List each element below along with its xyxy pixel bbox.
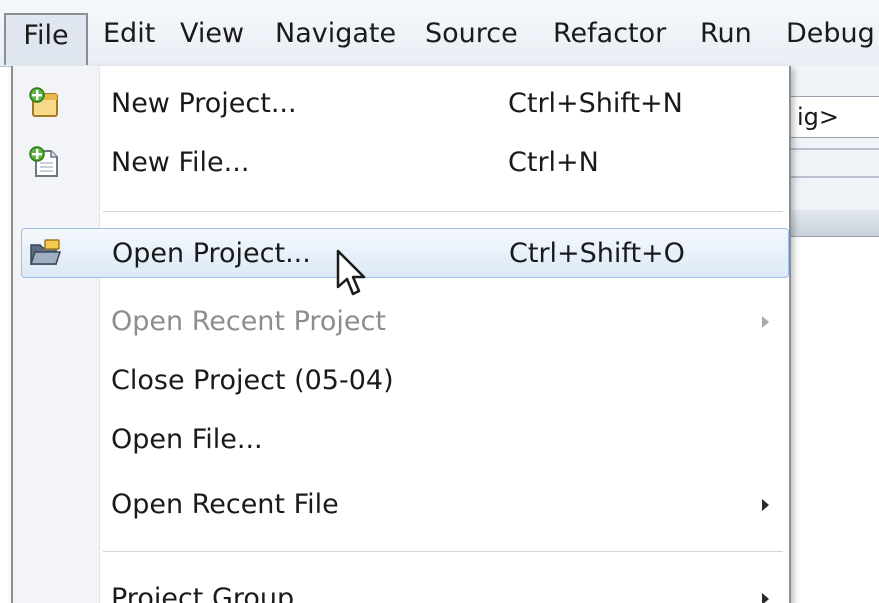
ide-window: File Edit View Navigate Source Refactor … xyxy=(0,0,879,603)
menu-item-label: Project Group xyxy=(111,583,295,603)
menu-separator xyxy=(103,211,783,213)
menu-item-shortcut: Ctrl+Shift+O xyxy=(509,238,685,269)
menu-navigate[interactable]: Navigate xyxy=(275,13,396,55)
menu-item-label: New Project... xyxy=(111,88,297,119)
menu-run[interactable]: Run xyxy=(700,13,752,55)
menu-item-label: Open File... xyxy=(111,424,263,455)
menu-item-open-file[interactable]: Open File... xyxy=(13,415,789,465)
menu-file[interactable]: File xyxy=(4,13,88,65)
new-file-icon xyxy=(27,145,61,179)
menu-separator xyxy=(103,551,783,553)
toolbar-divider xyxy=(790,176,879,178)
menu-item-open-project[interactable]: Open Project... Ctrl+Shift+O xyxy=(21,228,789,278)
menu-edit[interactable]: Edit xyxy=(103,13,155,55)
menu-item-label: Open Recent Project xyxy=(111,306,386,337)
configuration-combo[interactable]: ig> xyxy=(790,96,879,138)
submenu-arrow-icon xyxy=(762,593,769,603)
menu-bar: File Edit View Navigate Source Refactor … xyxy=(0,0,879,67)
submenu-arrow-icon xyxy=(762,499,769,511)
menu-item-project-group[interactable]: Project Group xyxy=(13,574,789,603)
menu-debug[interactable]: Debug xyxy=(786,13,875,55)
menu-refactor[interactable]: Refactor xyxy=(553,13,666,55)
menu-view[interactable]: View xyxy=(180,13,244,55)
menu-item-open-recent-file[interactable]: Open Recent File xyxy=(13,480,789,530)
menu-item-label: New File... xyxy=(111,147,250,178)
menu-item-label: Close Project (05-04) xyxy=(111,365,394,396)
menu-item-new-file[interactable]: New File... Ctrl+N xyxy=(13,138,789,188)
menu-item-open-recent-project[interactable]: Open Recent Project xyxy=(13,297,789,347)
new-project-icon xyxy=(27,86,61,120)
submenu-arrow-icon xyxy=(762,316,769,328)
menu-source[interactable]: Source xyxy=(425,13,518,55)
background-panel-header xyxy=(790,210,879,237)
open-project-icon xyxy=(28,235,62,269)
menu-item-label: Open Recent File xyxy=(111,489,339,520)
menu-item-label: Open Project... xyxy=(112,238,311,269)
menu-item-new-project[interactable]: New Project... Ctrl+Shift+N xyxy=(13,79,789,129)
menu-item-close-project[interactable]: Close Project (05-04) xyxy=(13,356,789,406)
menu-item-shortcut: Ctrl+Shift+N xyxy=(508,88,683,119)
file-menu-dropdown: New Project... Ctrl+Shift+N New File... … xyxy=(11,66,791,603)
toolbar-divider xyxy=(790,148,879,150)
menu-item-shortcut: Ctrl+N xyxy=(508,147,599,178)
